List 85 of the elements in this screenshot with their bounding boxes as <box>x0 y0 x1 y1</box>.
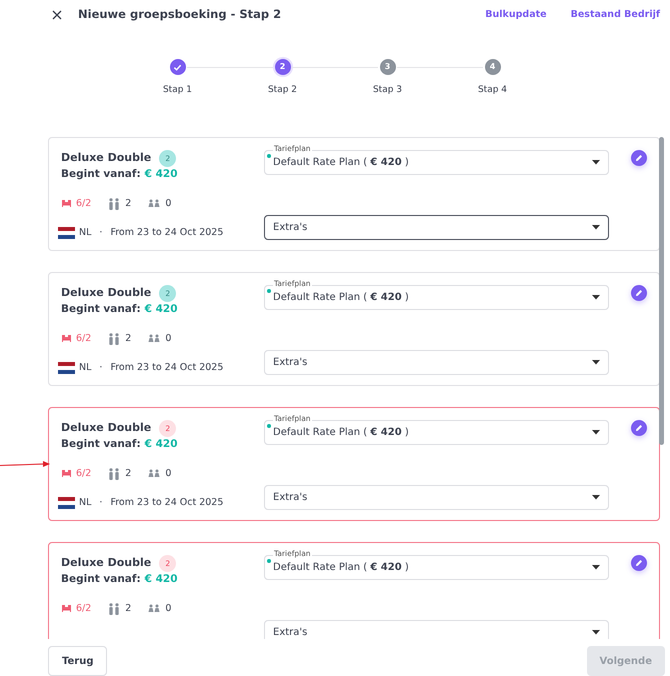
step-label: Stap 4 <box>478 84 508 97</box>
bed-icon <box>61 469 72 478</box>
header-link[interactable]: Bestaand Bedrijf <box>570 8 660 22</box>
caret-icon <box>592 430 600 435</box>
step-indicator: 2 <box>274 59 290 75</box>
separator-dot: · <box>99 361 102 375</box>
arrow-drawing <box>0 460 50 468</box>
caret-icon <box>592 225 600 230</box>
stay-dates: From 23 to 24 Oct 2025 <box>110 496 224 510</box>
required-dot <box>267 154 271 158</box>
adults-icon <box>107 198 122 210</box>
stay-dates: From 23 to 24 Oct 2025 <box>110 226 224 240</box>
pencil-icon <box>635 154 643 162</box>
page-title: Nieuwe groepsboeking - Stap 2 <box>78 6 282 24</box>
step-label: Stap 3 <box>372 84 402 97</box>
edit-button[interactable] <box>631 150 647 166</box>
caret-icon <box>592 295 600 300</box>
stay-dates: From 23 to 24 Oct 2025 <box>110 361 224 375</box>
adults-icon <box>107 602 122 615</box>
extras-select[interactable]: Extra's <box>264 215 609 240</box>
flag-icon <box>58 362 75 374</box>
children-icon <box>147 334 162 344</box>
required-dot <box>267 289 271 293</box>
child-count: 0 <box>165 602 172 616</box>
room-name: Deluxe Double <box>61 555 152 572</box>
price: € 420 <box>144 437 178 452</box>
required-dot <box>267 424 271 428</box>
adult-count: 2 <box>125 196 132 211</box>
children-icon <box>147 198 162 209</box>
pencil-icon <box>635 424 643 432</box>
extras-select[interactable]: Extra's <box>264 350 609 375</box>
step-indicator: 3 <box>380 59 396 75</box>
bed-icon <box>61 604 72 614</box>
from-label: Begint vanaf: <box>61 167 141 182</box>
header-link[interactable]: Bulkupdate <box>485 8 547 22</box>
required-dot <box>267 559 271 563</box>
children-icon <box>147 604 162 614</box>
price: € 420 <box>144 302 178 317</box>
flag-icon <box>58 227 75 240</box>
room-name: Deluxe Double <box>61 420 152 436</box>
bed-icon <box>61 334 72 344</box>
from-label: Begint vanaf: <box>61 302 141 317</box>
children-icon <box>147 468 162 479</box>
price: € 420 <box>144 167 178 182</box>
bed-count: 6/2 <box>76 602 92 616</box>
edit-button[interactable] <box>631 420 647 436</box>
pencil-icon <box>635 289 643 297</box>
step-label: Stap 2 <box>268 84 298 97</box>
flag-icon <box>58 497 75 510</box>
step-label: Stap 1 <box>162 84 192 97</box>
bed-count: 6/2 <box>76 196 92 211</box>
caret-icon <box>592 630 600 635</box>
adults-icon <box>107 332 122 345</box>
bed-icon <box>61 199 72 208</box>
price: € 420 <box>144 572 178 587</box>
step-indicator: 4 <box>484 59 500 75</box>
separator-dot: · <box>99 496 102 510</box>
caret-icon <box>592 160 600 165</box>
child-count: 0 <box>165 332 172 346</box>
country-code: NL <box>79 496 92 510</box>
adult-count: 2 <box>125 332 132 346</box>
country-code: NL <box>79 226 92 240</box>
from-label: Begint vanaf: <box>61 572 141 587</box>
adults-icon <box>107 468 122 480</box>
edit-button[interactable] <box>631 555 647 571</box>
edit-button[interactable] <box>631 285 647 301</box>
room-name: Deluxe Double <box>61 285 152 302</box>
country-code: NL <box>79 361 92 375</box>
caret-icon <box>592 495 600 500</box>
adult-count: 2 <box>125 466 132 481</box>
back-button[interactable]: Terug <box>48 646 108 676</box>
room-name: Deluxe Double <box>61 150 152 166</box>
pencil-icon <box>635 559 643 567</box>
child-count: 0 <box>165 196 172 211</box>
caret-icon <box>592 360 600 365</box>
close-icon[interactable] <box>52 10 62 20</box>
extras-select[interactable]: Extra's <box>264 620 609 639</box>
from-label: Begint vanaf: <box>61 437 141 452</box>
separator-dot: · <box>99 226 102 240</box>
child-count: 0 <box>165 466 172 481</box>
extras-select[interactable]: Extra's <box>264 485 609 510</box>
caret-icon <box>592 565 600 570</box>
bed-count: 6/2 <box>76 332 92 346</box>
bed-count: 6/2 <box>76 466 92 481</box>
adult-count: 2 <box>125 602 132 616</box>
